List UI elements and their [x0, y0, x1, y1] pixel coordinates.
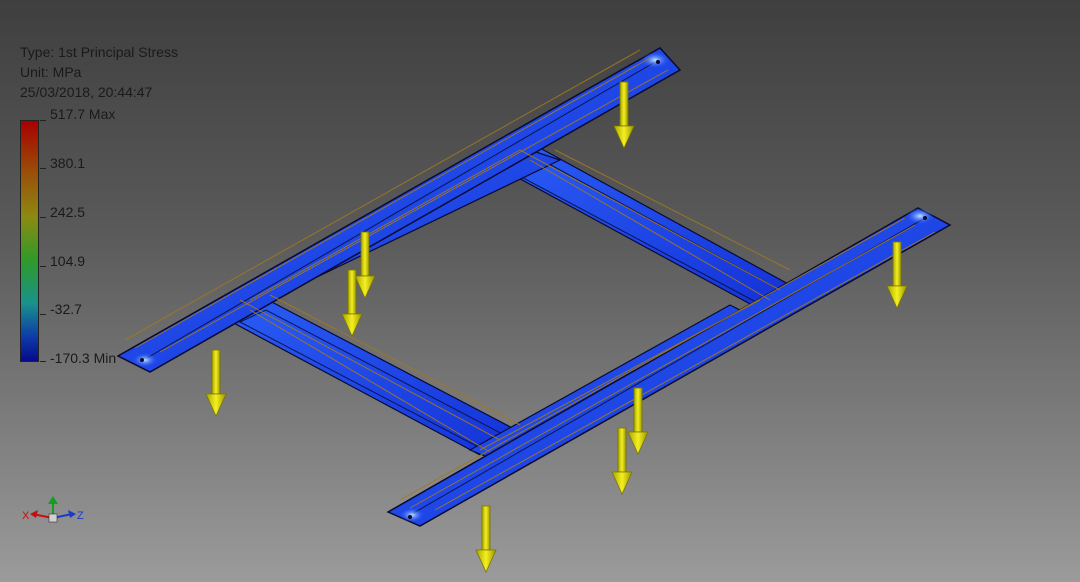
load-arrow: [205, 349, 227, 417]
legend-value-label: -32.7: [50, 301, 82, 317]
legend-tick: [40, 314, 46, 315]
result-type-label: Type: 1st Principal Stress: [20, 44, 178, 60]
legend-tick: [40, 168, 46, 169]
triad-z-label: Z: [77, 510, 84, 522]
load-arrow: [611, 427, 633, 495]
model-viewport[interactable]: [0, 0, 1080, 582]
legend-value-label: 104.9: [50, 253, 86, 269]
cross-member-top: [498, 147, 792, 306]
legend-value-label: 380.1: [50, 155, 86, 171]
legend-min-label: -170.3 Min: [50, 350, 117, 366]
load-arrow: [475, 505, 497, 573]
legend-tick: [40, 361, 46, 362]
legend-tick: [40, 266, 46, 267]
legend-tick: [40, 120, 46, 121]
legend-value-label: 242.5: [50, 204, 86, 220]
legend-tick: [40, 217, 46, 218]
result-unit-label: Unit: MPa: [20, 64, 82, 80]
axis-triad[interactable]: X Y Z: [20, 494, 90, 534]
result-date-label: 25/03/2018, 20:44:47: [20, 84, 153, 100]
triad-x-label: X: [22, 510, 30, 522]
frame-model[interactable]: [0, 0, 1080, 582]
stress-color-legend: [20, 120, 39, 362]
legend-max-label: 517.7 Max: [50, 106, 116, 122]
